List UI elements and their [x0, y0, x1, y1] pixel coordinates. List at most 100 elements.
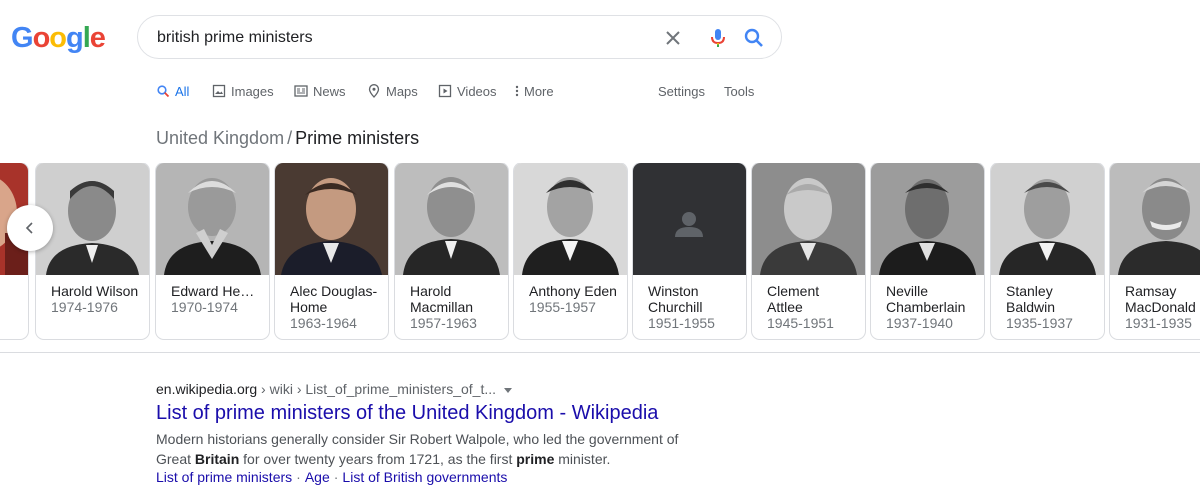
tab-all[interactable]: All — [156, 80, 189, 102]
minister-years: 1945-1951 — [767, 315, 834, 331]
minister-name-text: Neville Chamberlain — [886, 283, 966, 315]
tab-label: Images — [231, 83, 274, 99]
microphone-icon[interactable] — [706, 26, 730, 50]
minister-name: Edward He… 1970-1974 — [171, 283, 261, 315]
minister-card[interactable]: Harold Macmillan 1957-1963 — [395, 163, 508, 339]
news-icon — [294, 84, 308, 98]
minister-name: Neville Chamberlain 1937-1940 — [886, 283, 976, 331]
minister-card[interactable]: Harold Wilson 1974-1976 — [36, 163, 149, 339]
minister-name-text: Ramsay MacDonald — [1125, 283, 1196, 315]
search-icon — [156, 84, 170, 98]
chevron-down-icon[interactable] — [504, 387, 513, 393]
minister-name-text: Stanley Baldwin — [1006, 283, 1056, 315]
minister-card[interactable]: Anthony Eden 1955-1957 — [514, 163, 627, 339]
minister-card[interactable]: Stanley Baldwin 1935-1937 — [991, 163, 1104, 339]
minister-name-text: Winston Churchill — [648, 283, 703, 315]
minister-photo — [752, 163, 865, 275]
minister-name-text: Clement Attlee — [767, 283, 820, 315]
carousel-card-partial[interactable] — [0, 163, 28, 339]
breadcrumb-separator: / — [287, 128, 293, 148]
minister-name: Stanley Baldwin 1935-1937 — [1006, 283, 1096, 331]
minister-years: 1963-1964 — [290, 315, 357, 331]
minister-name-text: Edward He… — [171, 283, 255, 299]
sitelink-separator: · — [333, 469, 339, 485]
minister-card[interactable]: Edward He… 1970-1974 — [156, 163, 269, 339]
minister-photo — [36, 163, 149, 275]
result-title-link[interactable]: List of prime ministers of the United Ki… — [156, 402, 658, 425]
minister-name: Ramsay MacDonald 1931-1935 — [1125, 283, 1200, 331]
logo-letter: G — [11, 22, 34, 54]
minister-years: 1974-1976 — [51, 299, 118, 315]
breadcrumb-current: Prime ministers — [295, 128, 420, 148]
result-sitelinks: List of prime ministers · Age · List of Brit… — [156, 469, 507, 485]
minister-years: 1937-1940 — [886, 315, 953, 331]
minister-name: Clement Attlee 1945-1951 — [767, 283, 857, 331]
tab-news[interactable]: News — [294, 80, 346, 102]
tab-videos[interactable]: Videos — [438, 80, 497, 102]
settings-link[interactable]: Settings — [658, 80, 705, 102]
tab-label: Videos — [457, 83, 497, 99]
snippet-bold: prime — [516, 451, 555, 467]
minister-photo — [514, 163, 627, 275]
minister-years: 1935-1937 — [1006, 315, 1073, 331]
minister-name: Anthony Eden 1955-1957 — [529, 283, 619, 315]
result-snippet: Modern historians generally consider Sir… — [156, 429, 716, 469]
tab-images[interactable]: Images — [212, 80, 274, 102]
minister-years: 1970-1974 — [171, 299, 238, 315]
minister-name: Harold Wilson 1974-1976 — [51, 283, 141, 315]
sitelink[interactable]: List of British governments — [342, 469, 507, 485]
tools-link[interactable]: Tools — [724, 80, 754, 102]
prime-ministers-carousel: Harold Wilson 1974-1976 Edward He… 1970-19… — [0, 163, 1200, 340]
logo-letter: o — [32, 22, 51, 54]
minister-name: Winston Churchill 1951-1955 — [648, 283, 738, 331]
tab-maps[interactable]: Maps — [367, 80, 418, 102]
snippet-bold: Britain — [194, 451, 240, 467]
person-placeholder-icon — [633, 163, 746, 275]
minister-name: Alec Douglas-Home 1963-1964 — [290, 283, 380, 331]
minister-card[interactable]: Winston Churchill 1951-1955 — [633, 163, 746, 339]
logo-letter: o — [49, 22, 67, 54]
breadcrumb-parent[interactable]: United Kingdom — [156, 128, 284, 148]
tab-label: Maps — [386, 83, 418, 99]
tab-label: All — [175, 83, 190, 99]
logo-letter: e — [89, 22, 106, 54]
minister-years: 1955-1957 — [529, 299, 596, 315]
images-icon — [212, 84, 226, 98]
tab-label: Tools — [724, 83, 755, 99]
sitelink[interactable]: List of prime ministers — [156, 469, 292, 485]
maps-icon — [367, 84, 381, 98]
minister-photo — [395, 163, 508, 275]
chevron-left-icon — [25, 222, 33, 234]
minister-photo — [633, 163, 746, 275]
sitelink[interactable]: Age — [305, 469, 330, 485]
minister-years: 1957-1963 — [410, 315, 477, 331]
snippet-text: for over twenty years from 1721, as the … — [239, 451, 517, 467]
sitelink-separator: · — [296, 469, 301, 485]
breadcrumb: United Kingdom / Prime ministers — [156, 128, 419, 149]
result-url[interactable]: en.wikipedia.org › wiki › List_of_prime_… — [156, 381, 513, 397]
logo-letter: l — [82, 22, 91, 54]
minister-card[interactable]: Neville Chamberlain 1937-1940 — [871, 163, 984, 339]
google-logo[interactable]: Google — [11, 22, 106, 55]
minister-photo — [871, 163, 984, 275]
result-domain: en.wikipedia.org — [156, 381, 258, 397]
search-box — [137, 15, 782, 59]
videos-icon — [438, 84, 452, 98]
minister-card[interactable]: Ramsay MacDonald 1931-1935 — [1110, 163, 1200, 339]
search-input[interactable] — [157, 28, 637, 48]
search-icon[interactable] — [742, 26, 766, 50]
minister-years: 1951-1955 — [648, 315, 715, 331]
tab-more[interactable]: More — [514, 80, 554, 102]
tab-label: More — [524, 83, 554, 99]
divider — [0, 352, 1200, 353]
minister-name-text: Harold Wilson — [51, 283, 139, 299]
carousel-prev-button[interactable] — [7, 205, 53, 251]
tab-label: Settings — [658, 83, 705, 99]
close-icon[interactable] — [661, 26, 685, 50]
tab-label: News — [313, 83, 346, 99]
minister-name-text: Harold Macmillan — [410, 283, 474, 315]
minister-card[interactable]: Clement Attlee 1945-1951 — [752, 163, 865, 339]
result-path: › wiki › List_of_prime_ministers_of_t... — [257, 381, 497, 397]
logo-letter: g — [66, 22, 84, 54]
minister-card[interactable]: Alec Douglas-Home 1963-1964 — [275, 163, 388, 339]
